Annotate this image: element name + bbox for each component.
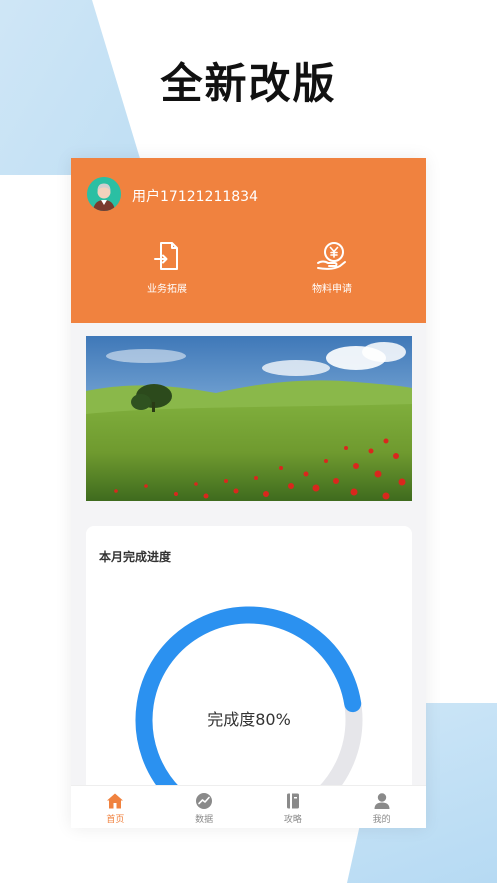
monthly-progress-card: 本月完成进度 完成度80% <box>86 526 412 806</box>
material-request-label: 物料申请 <box>312 284 352 295</box>
tab-guide[interactable]: 攻略 <box>249 786 338 828</box>
tab-data-label: 数据 <box>195 815 214 825</box>
tab-guide-label: 攻略 <box>283 815 302 825</box>
landscape-banner[interactable] <box>86 336 412 501</box>
tab-mine-label: 我的 <box>372 815 391 825</box>
user-name: 用户17121211834 <box>132 189 258 205</box>
yuan-hand-icon <box>317 242 346 270</box>
progress-gauge <box>135 606 363 803</box>
material-request-button[interactable]: 物料申请 <box>272 240 392 295</box>
progress-text: 完成度80% <box>207 710 291 729</box>
avatar[interactable] <box>87 177 121 211</box>
business-expansion-button[interactable]: 业务拓展 <box>107 240 227 295</box>
person-icon <box>374 793 390 809</box>
user-header: 用户17121211834 业务拓展 物料申请 <box>71 158 426 323</box>
home-icon <box>107 793 124 809</box>
tab-mine[interactable]: 我的 <box>337 786 426 828</box>
book-icon <box>286 793 299 809</box>
progress-fill <box>135 606 362 803</box>
bottom-tab-bar: 首页 数据 攻略 我的 <box>71 785 426 828</box>
document-transfer-icon <box>154 242 178 270</box>
tab-home-label: 首页 <box>106 815 125 825</box>
trend-icon <box>196 793 213 809</box>
promo-headline: 全新改版 <box>160 59 337 108</box>
landscape-field-image <box>86 336 412 501</box>
business-expansion-label: 业务拓展 <box>147 284 187 295</box>
tab-home[interactable]: 首页 <box>71 786 160 828</box>
tab-data[interactable]: 数据 <box>160 786 249 828</box>
phone-screen: 用户17121211834 业务拓展 物料申请 本月完成进度 完成度80% 首页… <box>71 158 426 828</box>
